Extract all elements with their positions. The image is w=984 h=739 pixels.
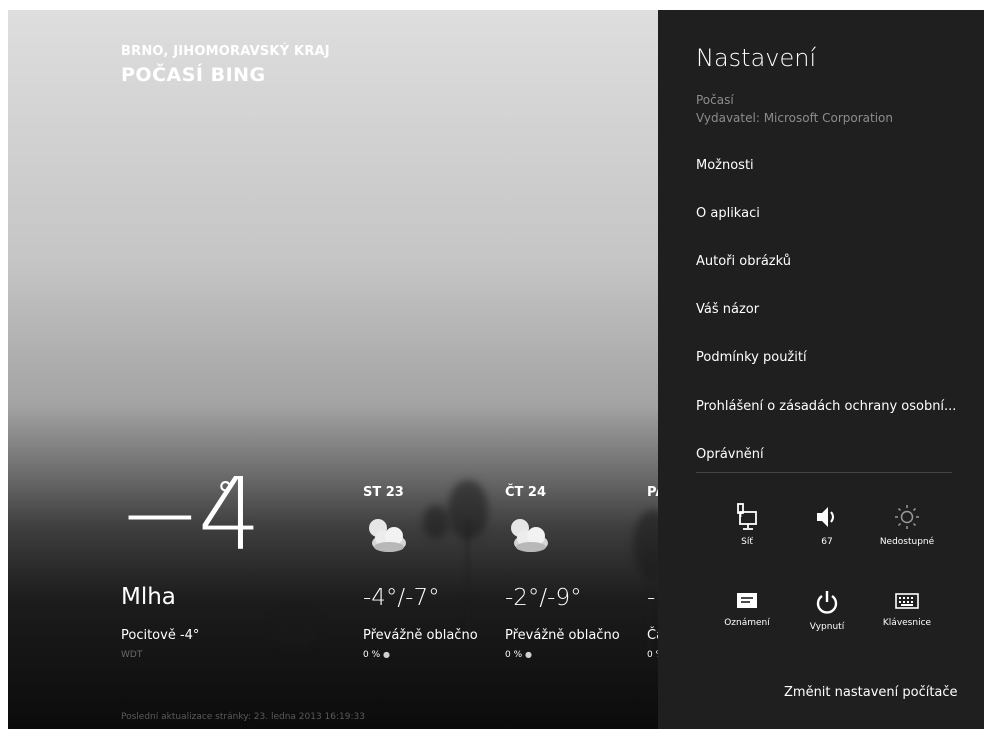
location-label: BRNO, JIHOMORAVSKÝ KRAJ (121, 44, 330, 59)
forecast-condition: Převážně oblačno (505, 628, 620, 643)
screen: BRNO, JIHOMORAVSKÝ KRAJ POČASÍ BING −4 °… (8, 10, 984, 729)
weather-app: BRNO, JIHOMORAVSKÝ KRAJ POČASÍ BING −4 °… (8, 10, 658, 729)
partly-cloudy-icon (511, 519, 548, 552)
network-icon (737, 503, 757, 530)
background-tree (633, 510, 658, 580)
menu-item-terms-of-use[interactable]: Podmínky použití (696, 350, 807, 365)
last-update-text: Poslední aktualizace stránky: 23. ledna … (121, 712, 365, 722)
change-pc-settings-link[interactable]: Změnit nastavení počítače (784, 685, 958, 700)
forecast-precipitation: 0 % (647, 650, 658, 660)
power-icon (816, 591, 838, 614)
precipitation-value: 0 % (505, 650, 523, 660)
forecast-day-name: PÁ (647, 485, 658, 500)
weather-station: WDT (121, 650, 143, 660)
background-tree-trunk (466, 520, 469, 640)
forecast-precipitation: 0 % ● (505, 650, 532, 660)
app-title: POČASÍ BING (121, 64, 266, 86)
forecast-condition: Ča (647, 628, 658, 643)
current-temperature: −4 (118, 456, 261, 573)
keyboard-icon (895, 593, 919, 609)
publisher-label: Vydavatel: Microsoft Corporation (696, 111, 894, 125)
quick-setting-brightness[interactable]: Nedostupné (867, 503, 947, 547)
app-name: Počasí (696, 93, 734, 107)
menu-item-feedback[interactable]: Váš názor (696, 302, 759, 317)
raindrop-icon: ● (525, 650, 532, 659)
quick-setting-label: Nedostupné (879, 537, 935, 547)
menu-item-image-credits[interactable]: Autoři obrázků (696, 254, 791, 269)
forecast-day-name: ST 23 (363, 485, 404, 500)
partly-cloudy-icon (369, 519, 406, 552)
quick-setting-label: Oznámení (724, 618, 770, 628)
quick-setting-notifications[interactable]: Oznámení (707, 590, 787, 628)
menu-item-privacy-statement[interactable]: Prohlášení o zásadách ochrany osobní... (696, 399, 956, 414)
raindrop-icon: ● (383, 650, 390, 659)
quick-setting-label: 67 (821, 537, 833, 547)
menu-item-options[interactable]: Možnosti (696, 158, 754, 173)
notifications-icon (737, 593, 757, 608)
precipitation-value: 0 % (363, 650, 381, 660)
quick-setting-label: Síť (741, 537, 753, 547)
quick-setting-network[interactable]: Síť (707, 503, 787, 547)
feels-like-temperature: Pocitově -4° (121, 628, 200, 643)
settings-title: Nastavení (696, 44, 817, 72)
forecast-temperature: -4°/-7° (363, 585, 440, 611)
forecast-temperature: - (647, 585, 656, 611)
volume-icon (817, 507, 834, 527)
forecast-day-name: ČT 24 (505, 485, 547, 500)
quick-setting-label: Vypnutí (809, 622, 845, 632)
quick-setting-keyboard[interactable]: Klávesnice (867, 590, 947, 628)
background-tree (273, 610, 318, 650)
settings-charm: Nastavení Počasí Vydavatel: Microsoft Co… (658, 10, 984, 729)
current-condition: Mlha (121, 584, 176, 610)
quick-setting-label: Klávesnice (882, 618, 932, 628)
quick-setting-volume[interactable]: 67 (787, 503, 867, 547)
quick-setting-power[interactable]: Vypnutí (787, 590, 867, 632)
degree-sign: ° (217, 475, 234, 515)
divider (696, 472, 952, 473)
brightness-icon (895, 505, 919, 529)
menu-item-permissions[interactable]: Oprávnění (696, 447, 764, 462)
background-tree (423, 505, 449, 539)
forecast-condition: Převážně oblačno (363, 628, 478, 643)
forecast-temperature: -2°/-9° (505, 585, 582, 611)
menu-item-about[interactable]: O aplikaci (696, 206, 760, 221)
forecast-precipitation: 0 % ● (363, 650, 390, 660)
